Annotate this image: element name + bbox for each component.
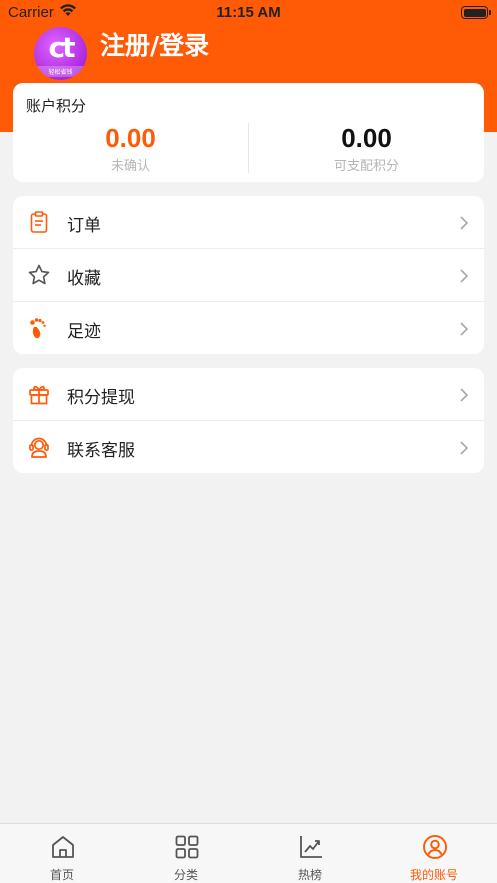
tab-bar: 首页 分类 热榜 我的账号 <box>0 823 497 883</box>
menu-item-withdraw-points-label: 积分提现 <box>67 388 135 408</box>
menu-item-orders[interactable]: 订单 <box>13 196 484 249</box>
clipboard-icon <box>27 210 51 234</box>
tab-home[interactable]: 首页 <box>0 824 124 883</box>
avatar-logo-subtitle: 轻松省钱 <box>34 66 87 77</box>
status-bar: Carrier 11:15 AM <box>0 0 497 26</box>
menu-item-withdraw-points[interactable]: 积分提现 <box>13 368 484 421</box>
available-points[interactable]: 0.00 可支配积分 <box>249 123 484 174</box>
menu-item-favorites[interactable]: 收藏 <box>13 249 484 302</box>
login-register-link[interactable]: 注册/登录 <box>100 26 209 62</box>
status-time: 11:15 AM <box>216 4 281 21</box>
tab-my-account[interactable]: 我的账号 <box>372 824 496 883</box>
chevron-right-icon <box>460 387 469 402</box>
menu-item-favorites-label: 收藏 <box>67 269 101 289</box>
avatar[interactable]: ct 轻松省钱 <box>34 27 87 80</box>
tab-categories[interactable]: 分类 <box>124 824 248 883</box>
home-icon <box>50 834 76 860</box>
footprint-icon <box>27 316 51 340</box>
tab-hot-list-label: 热榜 <box>297 868 322 882</box>
star-icon <box>27 263 51 287</box>
unconfirmed-points[interactable]: 0.00 未确认 <box>13 123 248 174</box>
menu-card-secondary: 积分提现 联系客服 <box>13 368 484 473</box>
menu-item-footprints-label: 足迹 <box>67 322 101 342</box>
grid-icon <box>174 834 200 860</box>
chevron-right-icon <box>460 440 469 455</box>
user-circle-icon <box>422 834 448 860</box>
available-points-label: 可支配积分 <box>333 159 399 174</box>
points-card-title: 账户积分 <box>26 97 87 115</box>
menu-item-footprints[interactable]: 足迹 <box>13 302 484 355</box>
menu-item-customer-service-label: 联系客服 <box>67 441 135 461</box>
unconfirmed-points-value: 0.00 <box>105 123 156 153</box>
unconfirmed-points-label: 未确认 <box>110 159 150 174</box>
chevron-right-icon <box>460 321 469 336</box>
battery-icon <box>461 6 491 19</box>
chevron-right-icon <box>460 268 469 283</box>
avatar-logo-letters: ct <box>48 31 76 64</box>
tab-home-label: 首页 <box>49 868 74 882</box>
menu-item-customer-service[interactable]: 联系客服 <box>13 421 484 474</box>
menu-item-orders-label: 订单 <box>67 216 101 236</box>
menu-card-primary: 订单 收藏 足迹 <box>13 196 484 354</box>
headset-icon <box>27 435 51 459</box>
tab-categories-label: 分类 <box>173 868 198 882</box>
gift-icon <box>27 382 51 406</box>
chevron-right-icon <box>460 215 469 230</box>
trend-chart-icon <box>298 834 324 860</box>
tab-my-account-label: 我的账号 <box>409 868 458 882</box>
tab-hot-list[interactable]: 热榜 <box>248 824 372 883</box>
available-points-value: 0.00 <box>341 123 392 153</box>
points-card: 账户积分 0.00 未确认 0.00 可支配积分 <box>13 83 484 182</box>
